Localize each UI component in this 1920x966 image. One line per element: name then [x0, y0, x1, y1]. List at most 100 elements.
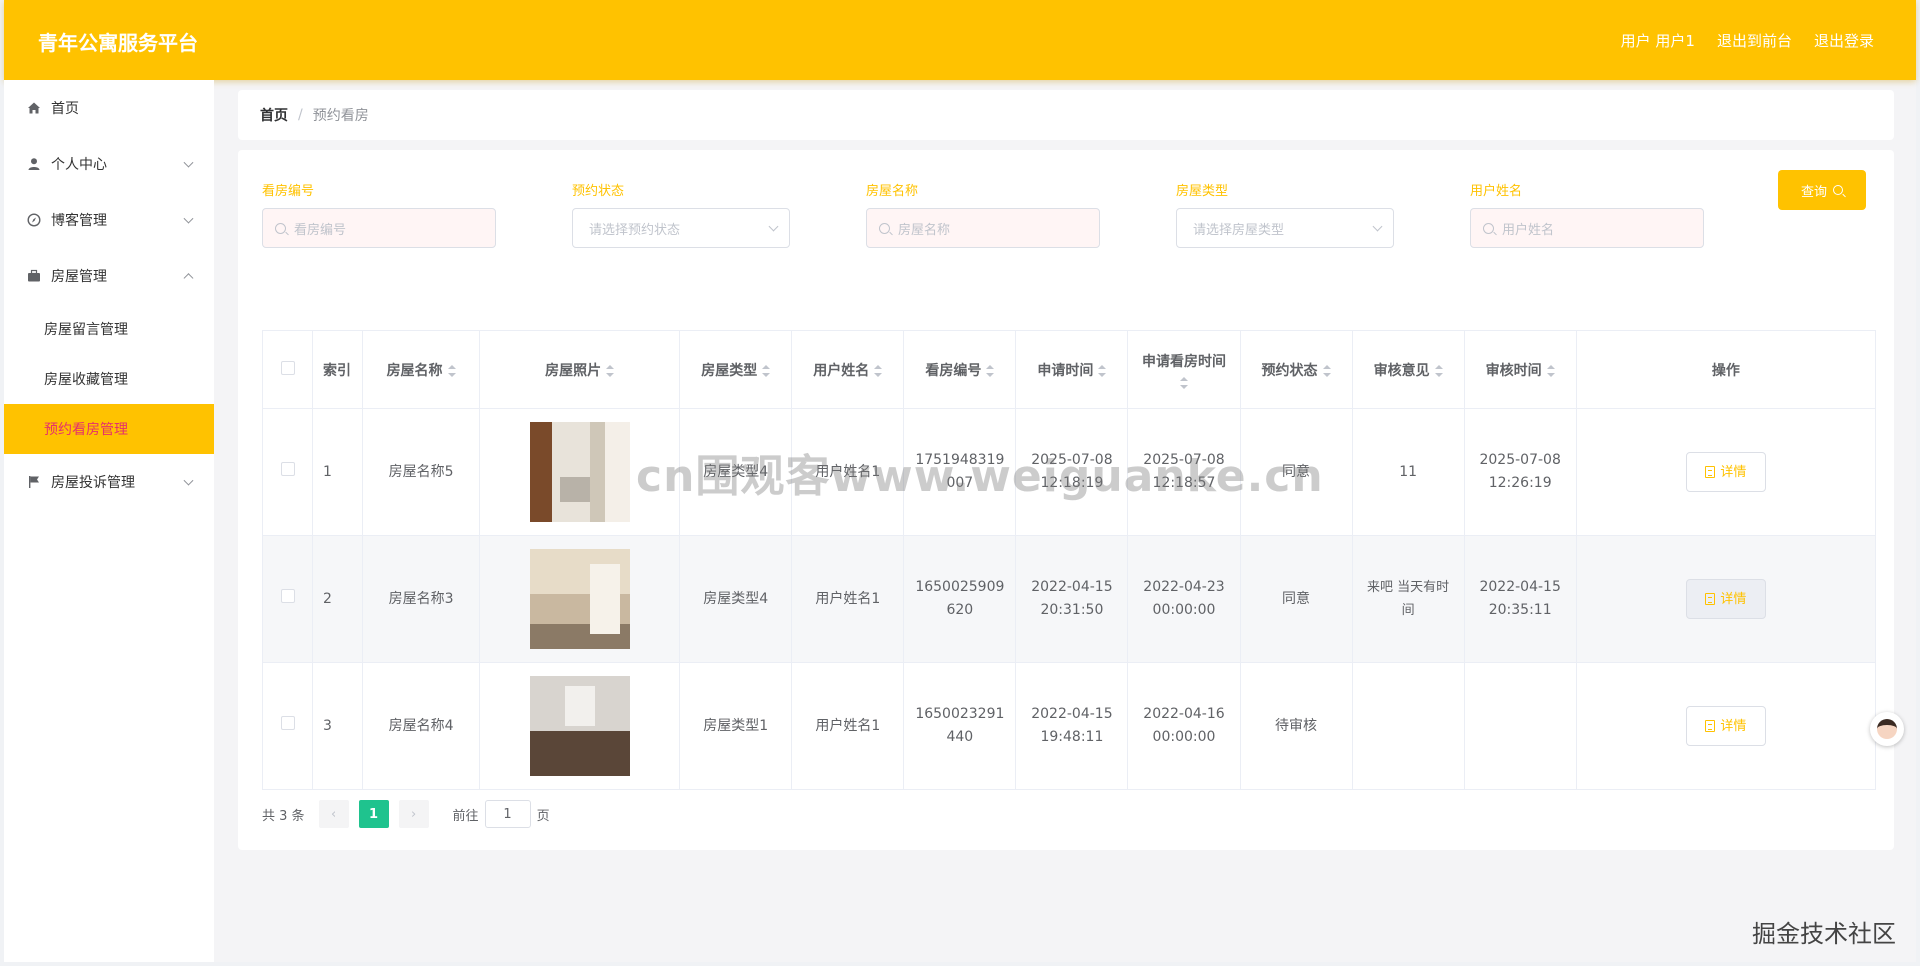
column-header-sortable[interactable]: 预约状态 — [1239, 330, 1353, 409]
user-name-input[interactable]: 用户姓名 — [1470, 208, 1704, 248]
column-header-sortable[interactable]: 房屋照片 — [479, 330, 681, 409]
column-header: 房屋名称 — [386, 362, 443, 379]
column-header-sortable[interactable]: 看房编号 — [903, 330, 1017, 409]
cell-index: 2 — [312, 535, 364, 663]
row-select-cell[interactable] — [261, 408, 314, 536]
watermark-text: cn围观客www.weiguanke.cn — [636, 451, 1324, 502]
next-page-button[interactable]: › — [398, 800, 429, 828]
sidebar-item-label: 首页 — [51, 101, 79, 117]
exit-to-frontend-link[interactable]: 退出到前台 — [1717, 30, 1792, 51]
sort-icon[interactable] — [447, 364, 456, 377]
prev-page-button[interactable]: ‹ — [318, 800, 349, 828]
cell-opinion: 来吧 当天有时间 — [1351, 535, 1465, 663]
review-time: 2022-04-15 20:35:11 — [1479, 579, 1561, 618]
cell-opinion: 11 — [1351, 408, 1465, 536]
filter-house-type: 房屋类型 请选择房屋类型 — [1176, 180, 1394, 248]
sidebar-item-label: 房屋管理 — [51, 269, 107, 285]
booking-table: 索引 房屋名称 房屋照片 房屋类型 用户姓名 看房编号 申请时间 申请看房时间 … — [261, 330, 1877, 790]
sort-icon[interactable] — [1434, 364, 1443, 377]
breadcrumb: 首页 / 预约看房 — [238, 90, 1894, 140]
sidebar-subitem-house-favorites[interactable]: 房屋收藏管理 — [4, 354, 214, 404]
goto-page: 前往 1 页 — [453, 800, 550, 828]
query-button[interactable]: 查询 — [1778, 170, 1866, 210]
document-icon — [1705, 593, 1716, 605]
column-header-sortable[interactable]: 申请看房时间 — [1127, 330, 1241, 409]
footer-watermark: 掘金技术社区 — [1752, 920, 1896, 948]
cell-index: 3 — [312, 662, 364, 790]
column-header: 操作 — [1575, 330, 1877, 409]
select-all-cell[interactable] — [261, 330, 314, 409]
assistant-avatar[interactable] — [1870, 712, 1904, 746]
chevron-down-icon — [183, 157, 194, 168]
current-user-link[interactable]: 用户 用户1 — [1621, 30, 1695, 51]
brand-title: 青年公寓服务平台 — [38, 31, 198, 55]
filter-label: 看房编号 — [262, 184, 315, 199]
row-checkbox[interactable] — [280, 461, 295, 476]
row-checkbox[interactable] — [280, 715, 295, 730]
table-row: 3 房屋名称4 房屋类型1 用户姓名1 1650023291440 2022-0… — [261, 662, 1877, 790]
sidebar-subitem-house-messages[interactable]: 房屋留言管理 — [4, 304, 214, 354]
select-all-checkbox[interactable] — [280, 360, 295, 375]
row-select-cell[interactable] — [261, 535, 314, 663]
viewing-code-input[interactable]: 看房编号 — [262, 208, 496, 248]
column-header-sortable[interactable]: 审核时间 — [1463, 330, 1577, 409]
sidebar-subitem-viewing-booking[interactable]: 预约看房管理 — [4, 404, 214, 454]
column-header-sortable[interactable]: 审核意见 — [1351, 330, 1465, 409]
column-header-sortable[interactable]: 房屋名称 — [362, 330, 481, 409]
filter-label: 房屋类型 — [1176, 184, 1229, 199]
detail-label: 详情 — [1720, 591, 1747, 607]
sort-icon[interactable] — [1546, 364, 1555, 377]
table-header-row: 索引 房屋名称 房屋照片 房屋类型 用户姓名 看房编号 申请时间 申请看房时间 … — [261, 330, 1877, 409]
column-header-sortable[interactable]: 申请时间 — [1015, 330, 1129, 409]
breadcrumb-current: 预约看房 — [312, 108, 369, 124]
sidebar-item-blog[interactable]: 博客管理 — [4, 192, 214, 248]
sidebar-item-house[interactable]: 房屋管理 — [4, 248, 214, 304]
sort-icon[interactable] — [986, 364, 995, 377]
document-icon — [1705, 466, 1716, 478]
sort-icon[interactable] — [1322, 364, 1331, 377]
sort-icon[interactable] — [762, 364, 771, 377]
detail-button[interactable]: 详情 — [1685, 452, 1766, 492]
row-select-cell[interactable] — [261, 662, 314, 790]
house-type-select[interactable]: 请选择房屋类型 — [1176, 208, 1394, 248]
sort-icon[interactable] — [1098, 364, 1107, 377]
row-checkbox[interactable] — [280, 588, 295, 603]
cell-house-photo — [479, 662, 681, 790]
column-header: 房屋类型 — [701, 362, 758, 379]
viewing-code: 1650023291440 — [915, 706, 1005, 745]
detail-button[interactable]: 详情 — [1685, 579, 1766, 619]
breadcrumb-home[interactable]: 首页 — [260, 105, 288, 125]
sidebar-item-complaints[interactable]: 房屋投诉管理 — [4, 454, 214, 510]
column-header-sortable[interactable]: 房屋类型 — [679, 330, 793, 409]
column-header-sortable[interactable]: 用户姓名 — [791, 330, 905, 409]
sidebar-item-label: 个人中心 — [51, 157, 107, 173]
booking-status-select[interactable]: 请选择预约状态 — [572, 208, 790, 248]
house-name-input[interactable]: 房屋名称 — [866, 208, 1100, 248]
review-time: 2025-07-08 12:26:19 — [1479, 452, 1561, 491]
cell-house-type: 房屋类型1 — [679, 662, 793, 790]
cell-house-name: 房屋名称5 — [362, 408, 481, 536]
detail-button[interactable]: 详情 — [1685, 706, 1766, 746]
sidebar-item-personal-center[interactable]: 个人中心 — [4, 136, 214, 192]
input-placeholder: 看房编号 — [294, 222, 347, 238]
house-photo — [529, 422, 630, 522]
house-photo — [529, 549, 630, 649]
sort-icon[interactable] — [1179, 376, 1188, 389]
logout-link[interactable]: 退出登录 — [1814, 30, 1874, 51]
sort-icon[interactable] — [874, 364, 883, 377]
filter-booking-status: 预约状态 请选择预约状态 — [572, 180, 790, 248]
pagination: 共 3 条 ‹ 1 › 前往 1 页 — [262, 800, 550, 828]
page-number-current[interactable]: 1 — [358, 800, 389, 828]
view-time: 2022-04-16 00:00:00 — [1143, 706, 1225, 745]
cell-actions: 详情 — [1575, 535, 1877, 663]
detail-label: 详情 — [1720, 718, 1747, 734]
sidebar-item-home[interactable]: 首页 — [4, 80, 214, 136]
goto-page-input[interactable]: 1 — [484, 800, 531, 828]
cell-user-name: 用户姓名1 — [791, 535, 905, 663]
sort-icon[interactable] — [606, 364, 615, 377]
chevron-down-icon — [1372, 221, 1383, 231]
filter-label: 房屋名称 — [866, 184, 919, 199]
column-header: 房屋照片 — [545, 362, 602, 379]
column-header: 审核意见 — [1373, 362, 1430, 379]
apply-time: 2022-04-15 19:48:11 — [1031, 706, 1113, 745]
